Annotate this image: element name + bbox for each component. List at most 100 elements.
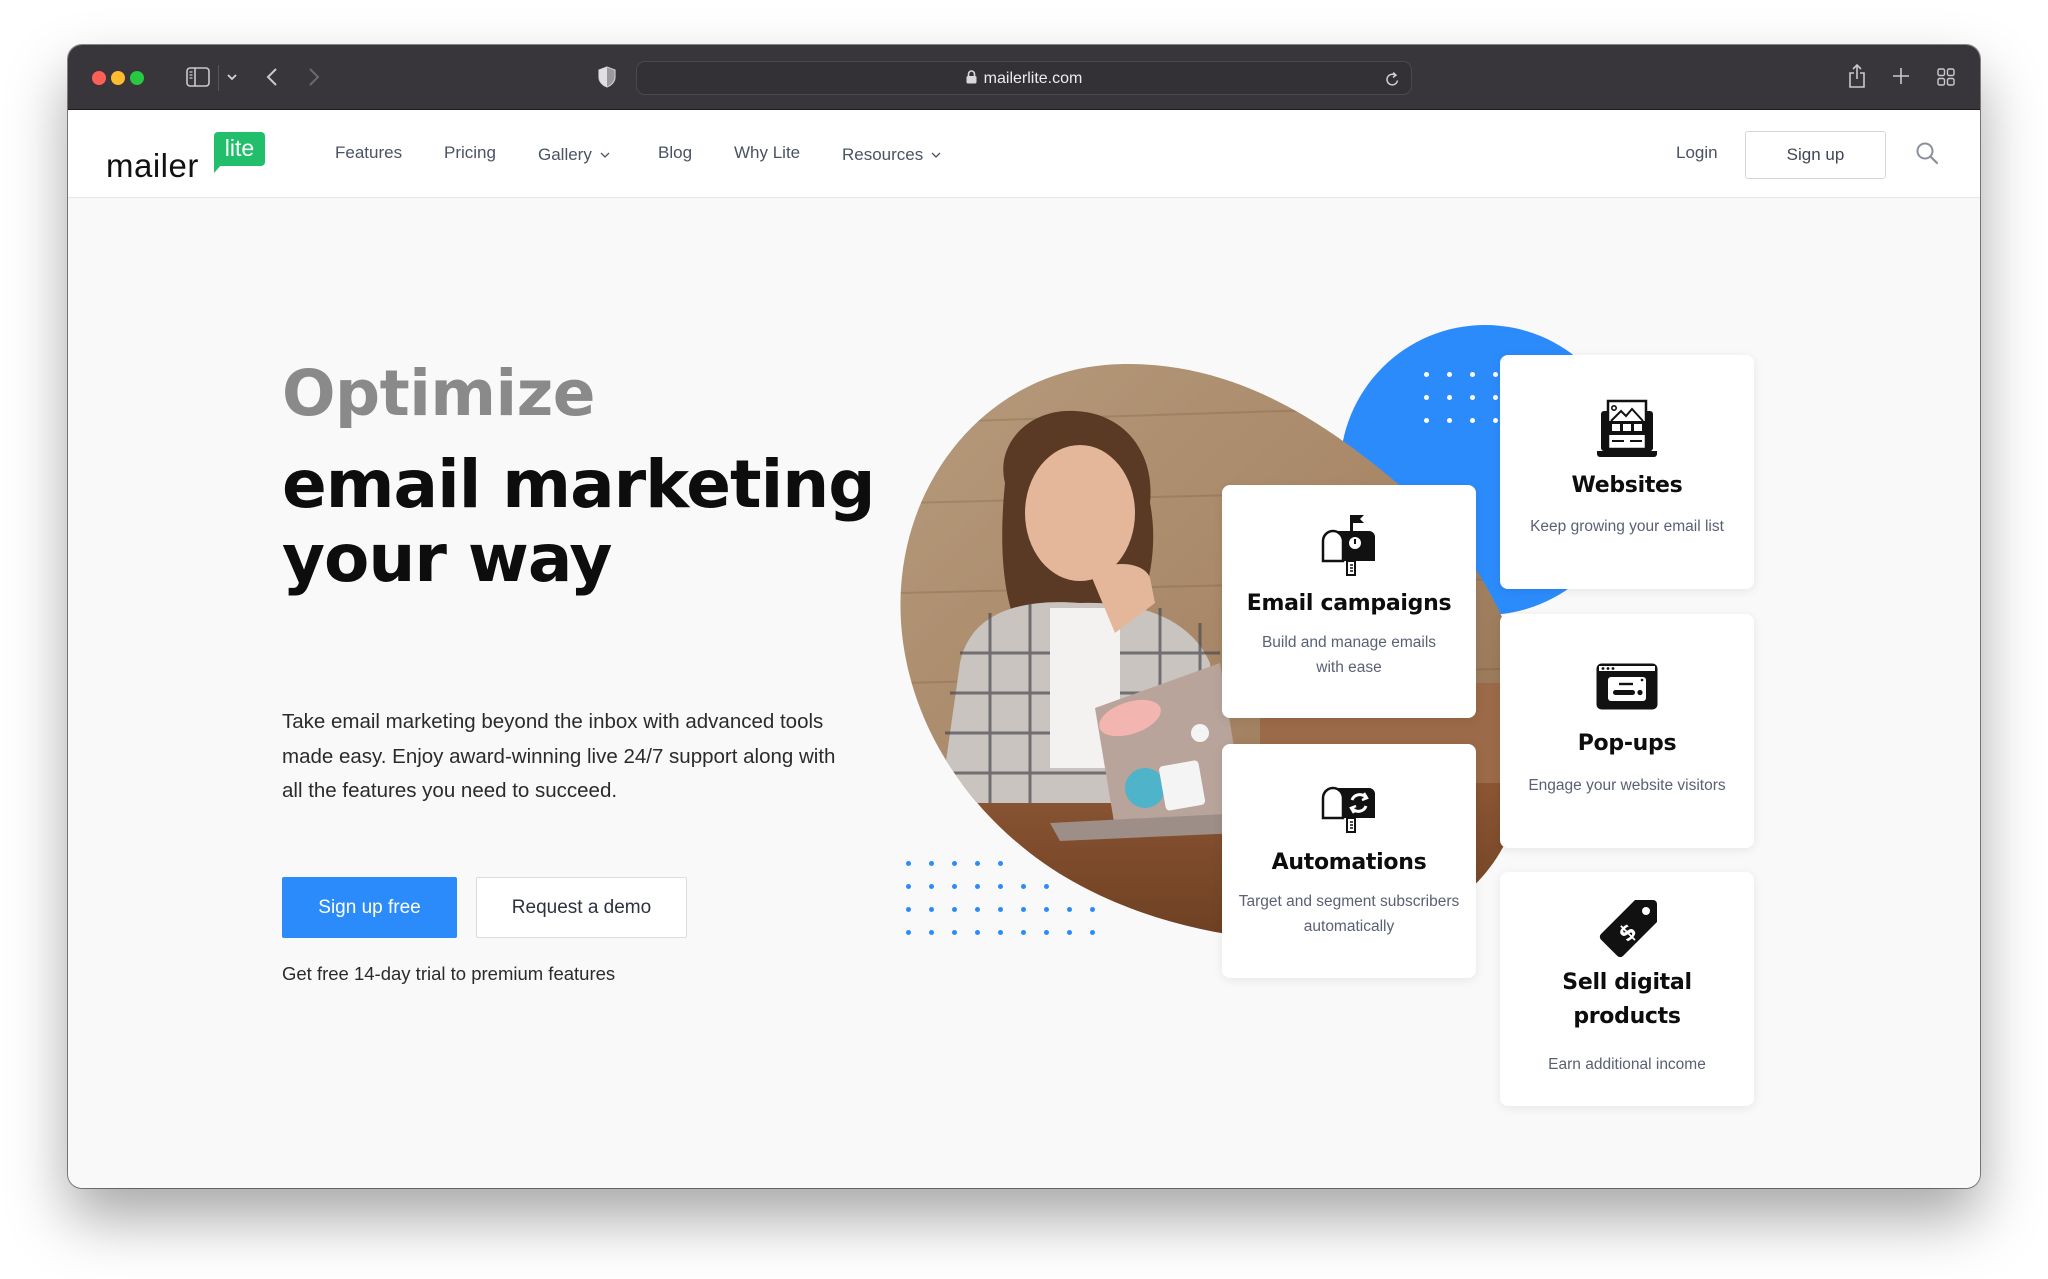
nav-pricing[interactable]: Pricing — [444, 143, 496, 163]
nav-resources-label: Resources — [842, 145, 924, 164]
screen: mailerlite.com mailer lite Features Pric… — [0, 0, 2048, 1279]
feature-card-websites[interactable]: Websites Keep growing your email list — [1500, 355, 1754, 589]
nav-resources[interactable]: Resources — [842, 143, 941, 165]
nav-why-lite[interactable]: Why Lite — [734, 143, 800, 163]
decorative-dot — [1021, 930, 1026, 935]
decorative-dot — [1067, 907, 1072, 912]
decorative-dot — [1021, 884, 1026, 889]
decorative-dot — [1044, 907, 1049, 912]
back-icon[interactable] — [262, 64, 282, 90]
decorative-dot — [952, 930, 957, 935]
nav-pricing-label: Pricing — [444, 143, 496, 162]
mailbox-sync-icon — [1317, 778, 1381, 842]
url-text: mailerlite.com — [983, 70, 1083, 87]
decorative-dot — [1447, 395, 1452, 400]
search-icon[interactable] — [1915, 141, 1941, 167]
address-bar[interactable]: mailerlite.com — [636, 61, 1412, 95]
decorative-dot — [952, 861, 957, 866]
decorative-dot — [906, 884, 911, 889]
new-tab-icon[interactable] — [1890, 65, 1912, 87]
feature-title: Sell digital products — [1562, 970, 1692, 1029]
chevron-down-icon[interactable] — [224, 69, 240, 85]
popup-window-icon — [1595, 662, 1659, 726]
feature-title: Email campaigns — [1246, 591, 1452, 616]
share-icon[interactable] — [1845, 61, 1869, 91]
lock-icon — [966, 70, 977, 89]
nav-features[interactable]: Features — [335, 143, 402, 163]
decorative-dot — [998, 907, 1003, 912]
decorative-dot — [1424, 372, 1429, 377]
decorative-dot — [998, 884, 1003, 889]
feature-card-email-campaigns[interactable]: Email campaigns Build and manage emails … — [1222, 485, 1476, 718]
nav-features-label: Features — [335, 143, 403, 162]
feature-card-pop-ups[interactable]: Pop-ups Engage your website visitors — [1500, 614, 1754, 848]
feature-card-automations[interactable]: Automations Target and segment subscribe… — [1222, 744, 1476, 978]
decorative-dot — [1424, 395, 1429, 400]
site-header: mailer lite Features Pricing Gallery Blo… — [68, 110, 1980, 198]
decorative-dot — [1021, 907, 1026, 912]
browser-window: mailerlite.com mailer lite Features Pric… — [68, 45, 1980, 1188]
signup-free-button[interactable]: Sign up free — [282, 877, 457, 938]
browser-toolbar: mailerlite.com — [68, 45, 1980, 110]
decorative-dot — [952, 907, 957, 912]
decorative-dot — [1493, 418, 1498, 423]
decorative-dot — [1447, 418, 1452, 423]
decorative-dot — [975, 884, 980, 889]
chevron-down-icon — [931, 143, 941, 163]
zoom-window-button[interactable] — [130, 71, 144, 85]
sidebar-icon[interactable] — [186, 65, 210, 89]
website-laptop-icon — [1595, 399, 1659, 463]
decorative-dot — [952, 884, 957, 889]
decorative-dot — [975, 861, 980, 866]
feature-description: Target and segment subscribers automatic… — [1238, 893, 1460, 935]
header-signup-button[interactable]: Sign up — [1745, 131, 1886, 179]
close-window-button[interactable] — [92, 71, 106, 85]
logo-badge: lite — [214, 132, 265, 166]
nav-gallery[interactable]: Gallery — [538, 143, 610, 165]
hero-title-line-1: email marketing — [282, 446, 875, 523]
decorative-dot — [929, 930, 934, 935]
toolbar-divider — [218, 65, 219, 91]
web-page: mailer lite Features Pricing Gallery Blo… — [68, 110, 1980, 1188]
feature-title: Pop-ups — [1577, 731, 1677, 756]
decorative-dot — [1090, 907, 1095, 912]
nav-blog-label: Blog — [658, 143, 693, 162]
logo-speech-tail — [214, 163, 223, 173]
chevron-down-icon — [600, 143, 610, 163]
decorative-dot — [929, 861, 934, 866]
tab-overview-icon[interactable] — [1935, 66, 1957, 88]
hero-title-line-2: your way — [282, 520, 612, 597]
shield-icon[interactable] — [596, 64, 618, 90]
feature-title: Websites — [1571, 473, 1683, 498]
feature-description: Earn additional income — [1548, 1056, 1706, 1073]
mailerlite-logo[interactable]: mailer lite — [106, 130, 276, 184]
hero-eyebrow: Optimize — [282, 357, 596, 430]
decorative-dot — [1493, 395, 1498, 400]
decorative-dot — [998, 861, 1003, 866]
feature-description: Keep growing your email list — [1530, 518, 1724, 535]
logo-wordmark: mailer — [106, 147, 199, 184]
decorative-dot — [1424, 418, 1429, 423]
nav-gallery-label: Gallery — [538, 145, 592, 164]
login-link[interactable]: Login — [1676, 143, 1718, 163]
decorative-dot — [1470, 372, 1475, 377]
minimize-window-button[interactable] — [111, 71, 125, 85]
forward-icon[interactable] — [304, 64, 324, 90]
feature-description: Build and manage emails with ease — [1261, 634, 1437, 676]
decorative-dot — [1470, 395, 1475, 400]
request-demo-button[interactable]: Request a demo — [476, 877, 687, 938]
decorative-dot — [1044, 884, 1049, 889]
nav-blog[interactable]: Blog — [658, 143, 692, 163]
feature-card-sell-digital-products[interactable]: $ Sell digital products Earn additional … — [1500, 872, 1754, 1106]
decorative-dot — [906, 907, 911, 912]
nav-why-lite-label: Why Lite — [734, 143, 801, 162]
hero-description: Take email marketing beyond the inbox wi… — [282, 710, 836, 802]
decorative-dot — [906, 861, 911, 866]
decorative-dot — [929, 907, 934, 912]
feature-description: Engage your website visitors — [1528, 777, 1726, 794]
decorative-dot — [1067, 930, 1072, 935]
mailbox-icon — [1317, 513, 1381, 577]
reload-icon[interactable] — [1383, 69, 1401, 89]
decorative-dot — [906, 930, 911, 935]
feature-title: Automations — [1271, 850, 1427, 875]
